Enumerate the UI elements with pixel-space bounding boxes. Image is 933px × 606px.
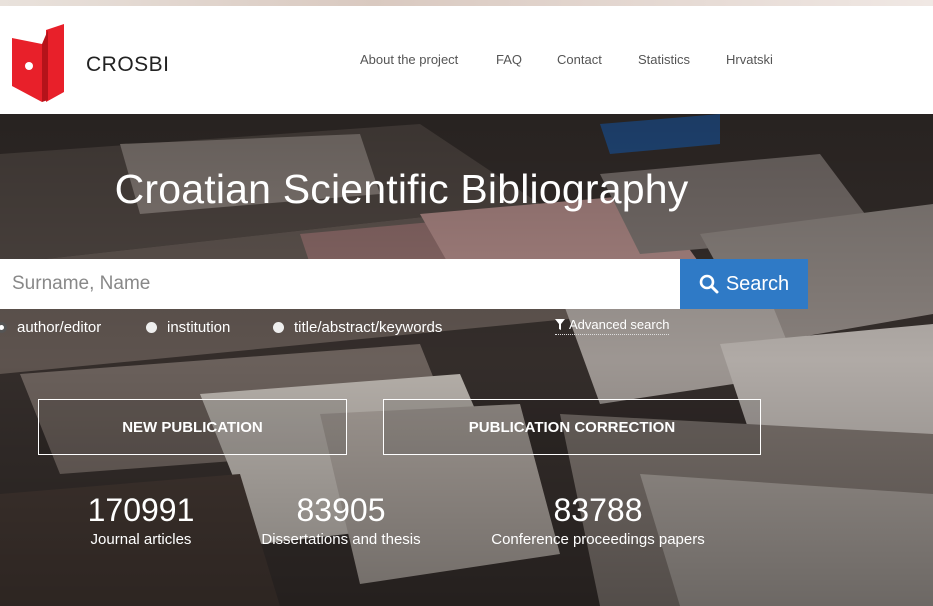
hero-section: Croatian Scientific Bibliography Search … — [0, 114, 933, 606]
stat-label: Conference proceedings papers — [491, 531, 705, 548]
radio-icon — [273, 322, 284, 333]
radio-label: institution — [167, 319, 231, 336]
stat-value: 83905 — [296, 492, 386, 528]
stat-label: Dissertations and thesis — [261, 531, 421, 548]
stat-label: Journal articles — [90, 531, 192, 548]
search-button[interactable]: Search — [680, 259, 808, 309]
radio-selected-icon — [0, 322, 7, 333]
radio-label: author/editor — [17, 319, 102, 336]
hero-title: Croatian Scientific Bibliography — [114, 166, 689, 212]
radio-institution[interactable]: institution — [146, 319, 230, 336]
stat-dissertations: 83905 Dissertations and thesis — [240, 492, 442, 548]
advanced-search-label: Advanced search — [569, 317, 670, 332]
radio-icon — [146, 322, 157, 333]
radio-author-editor[interactable]: author/editor — [0, 319, 101, 336]
radio-title-abstract-keywords[interactable]: title/abstract/keywords — [273, 319, 442, 336]
search-input[interactable] — [0, 259, 680, 309]
filter-icon — [555, 319, 565, 330]
advanced-search-link[interactable]: Advanced search — [555, 317, 670, 335]
stat-value: 170991 — [87, 492, 195, 528]
publication-correction-button[interactable]: PUBLICATION CORRECTION — [383, 399, 761, 455]
search-button-label: Search — [725, 272, 790, 295]
stat-journal-articles: 170991 Journal articles — [60, 492, 222, 548]
radio-label: title/abstract/keywords — [294, 319, 443, 336]
nav-statistics[interactable]: Statistics — [638, 52, 690, 67]
stat-value: 83788 — [553, 492, 643, 528]
nav-language[interactable]: Hrvatski — [726, 52, 773, 67]
nav-about[interactable]: About the project — [360, 52, 458, 67]
new-publication-button[interactable]: NEW PUBLICATION — [38, 399, 347, 455]
main-nav: About the project FAQ Contact Statistics… — [0, 52, 933, 72]
search-icon — [699, 274, 719, 294]
nav-faq[interactable]: FAQ — [496, 52, 522, 67]
nav-contact[interactable]: Contact — [557, 52, 602, 67]
site-header: CROSBI About the project FAQ Contact Sta… — [0, 6, 933, 114]
stat-conference-papers: 83788 Conference proceedings papers — [478, 492, 718, 548]
